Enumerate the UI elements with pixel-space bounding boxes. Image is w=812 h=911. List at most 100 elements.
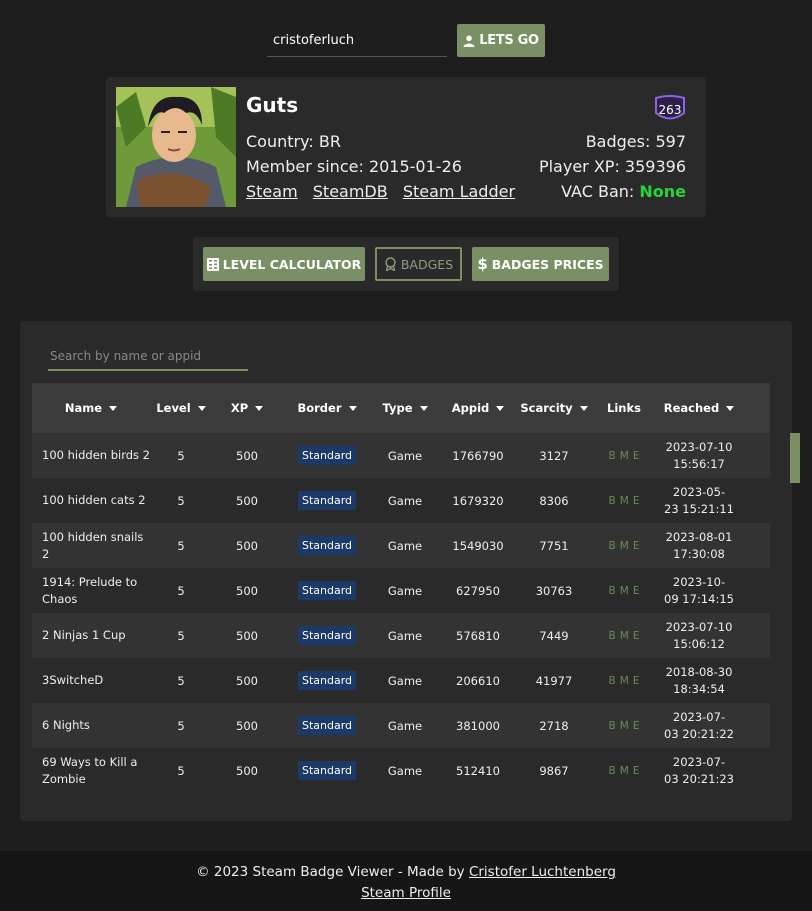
badges-prices-label: BADGES PRICES xyxy=(491,256,604,272)
cell-links: BME xyxy=(590,765,658,777)
badge-link[interactable]: B xyxy=(609,450,616,462)
cell-scarcity: 3127 xyxy=(539,448,569,463)
vac-label: VAC Ban: xyxy=(561,182,640,201)
user-icon xyxy=(463,35,475,47)
cell-reached: 2023-07- 03 20:21:22 xyxy=(658,709,740,743)
market-link[interactable]: M xyxy=(620,675,629,687)
col-type-header[interactable]: Type xyxy=(372,401,438,415)
badge-link[interactable]: B xyxy=(609,630,616,642)
border-badge: Standard xyxy=(297,446,357,465)
exchange-link[interactable]: E xyxy=(633,630,640,642)
lets-go-button[interactable]: LETS GO xyxy=(457,24,545,57)
badge-link[interactable]: B xyxy=(609,495,616,507)
cell-reached: 2023-10- 09 17:14:15 xyxy=(658,574,740,608)
badge-link[interactable]: B xyxy=(609,585,616,597)
badges-prices-button[interactable]: $ BADGES PRICES xyxy=(472,247,609,281)
market-link[interactable]: M xyxy=(620,450,629,462)
col-border-header[interactable]: Border xyxy=(282,401,372,415)
market-link[interactable]: M xyxy=(620,765,629,777)
col-level-header[interactable]: Level xyxy=(150,401,212,415)
col-name-header[interactable]: Name xyxy=(32,401,150,415)
cell-xp: 500 xyxy=(236,448,258,463)
cell-border: Standard xyxy=(282,491,372,510)
reached-line-2: 03 20:21:23 xyxy=(664,771,734,784)
badge-link[interactable]: B xyxy=(609,540,616,552)
steam-ladder-link[interactable]: Steam Ladder xyxy=(403,182,515,201)
cell-appid: 627950 xyxy=(456,583,500,598)
level-calculator-button[interactable]: LEVEL CALCULATOR xyxy=(203,247,365,281)
cell-type: Game xyxy=(387,493,423,508)
cell-scarcity: 30763 xyxy=(535,583,573,598)
reached-line-1: 2023-07-10 xyxy=(665,619,733,634)
exchange-link[interactable]: E xyxy=(633,450,640,462)
table-search-input[interactable] xyxy=(48,343,248,369)
badge-link[interactable]: B xyxy=(609,720,616,732)
cell-links: BME xyxy=(590,675,658,687)
cell-name: 1914: Prelude to Chaos xyxy=(42,574,138,606)
badge-link[interactable]: B xyxy=(609,765,616,777)
profile-links: Steam SteamDB Steam Ladder xyxy=(246,182,525,201)
reached-line-2: 09 17:14:15 xyxy=(664,591,734,606)
cell-scarcity: 41977 xyxy=(535,673,573,688)
exchange-link[interactable]: E xyxy=(633,540,640,552)
cell-type: Game xyxy=(387,448,423,463)
table-row[interactable]: 100 hidden cats 2 5 500 Standard Game 1679320… xyxy=(32,478,770,523)
reached-line-2: 17:30:08 xyxy=(673,546,725,561)
table-row[interactable]: 3SwitcheD 5 500 Standard Game 206610 41977 B M E 2… xyxy=(32,658,770,703)
steam-link[interactable]: Steam xyxy=(246,182,298,201)
table-body: 100 hidden birds 2 5 500 Standard Game 176679… xyxy=(32,433,770,783)
col-reached-header[interactable]: Reached xyxy=(658,401,740,415)
cell-border: Standard xyxy=(282,446,372,465)
table-row[interactable]: 1914: Prelude to Chaos 5 500 Standard Game 62… xyxy=(32,568,770,613)
reached-line-2: 03 20:21:22 xyxy=(664,726,734,741)
steam-profile-link[interactable]: Steam Profile xyxy=(361,885,451,901)
col-xp-header[interactable]: XP xyxy=(212,401,282,415)
cell-level: 5 xyxy=(177,718,185,733)
cell-type: Game xyxy=(387,583,423,598)
cell-appid: 206610 xyxy=(456,673,500,688)
table-row[interactable]: 6 Nights 5 500 Standard Game 381000 2718 B M E 202… xyxy=(32,703,770,748)
reached-line-2: 15:56:17 xyxy=(673,456,725,471)
profile-name: Guts xyxy=(246,93,299,117)
col-appid-header[interactable]: Appid xyxy=(438,401,518,415)
cell-level: 5 xyxy=(177,583,185,598)
reached-line-1: 2023-07- xyxy=(672,709,726,724)
exchange-link[interactable]: E xyxy=(633,675,640,687)
reached-line-1: 2023-07-10 xyxy=(665,439,733,454)
cell-xp: 500 xyxy=(236,763,258,778)
cell-level: 5 xyxy=(177,628,185,643)
table-row[interactable]: 2 Ninjas 1 Cup 5 500 Standard Game 576810 7449… xyxy=(32,613,770,658)
cell-appid: 1679320 xyxy=(452,493,504,508)
exchange-link[interactable]: E xyxy=(633,720,640,732)
username-input[interactable] xyxy=(267,24,447,57)
cell-appid: 512410 xyxy=(456,763,500,778)
cell-level: 5 xyxy=(177,493,185,508)
exchange-link[interactable]: E xyxy=(633,585,640,597)
steamdb-link[interactable]: SteamDB xyxy=(313,182,388,201)
cell-border: Standard xyxy=(282,626,372,645)
market-link[interactable]: M xyxy=(620,540,629,552)
profile-card: Guts 263 Country: BR Member since: 2015-… xyxy=(106,77,706,217)
reached-line-1: 2023-08-01 xyxy=(665,529,733,544)
user-search-row: LETS GO xyxy=(267,24,545,57)
col-scarcity-header[interactable]: Scarcity xyxy=(518,401,590,415)
market-link[interactable]: M xyxy=(620,585,629,597)
reached-line-1: 2023-07- xyxy=(672,754,726,769)
profile-badges-count: Badges: 597 xyxy=(585,132,686,151)
market-link[interactable]: M xyxy=(620,630,629,642)
market-link[interactable]: M xyxy=(620,720,629,732)
exchange-link[interactable]: E xyxy=(633,495,640,507)
table-scrollbar[interactable] xyxy=(790,433,800,483)
vac-status: None xyxy=(639,182,686,201)
badge-link[interactable]: B xyxy=(609,675,616,687)
market-link[interactable]: M xyxy=(620,495,629,507)
cell-links: BME xyxy=(590,630,658,642)
exchange-link[interactable]: E xyxy=(633,765,640,777)
table-row[interactable]: 69 Ways to Kill a Zombie 5 500 Standard Game… xyxy=(32,748,770,783)
badges-button[interactable]: BADGES xyxy=(375,247,462,281)
dollar-icon: $ xyxy=(477,255,488,273)
table-row[interactable]: 100 hidden birds 2 5 500 Standard Game 176679… xyxy=(32,433,770,478)
author-link[interactable]: Cristofer Luchtenberg xyxy=(469,864,616,880)
cell-scarcity: 2718 xyxy=(539,718,569,733)
table-row[interactable]: 100 hidden snails 2 5 500 Standard Game 15490… xyxy=(32,523,770,568)
